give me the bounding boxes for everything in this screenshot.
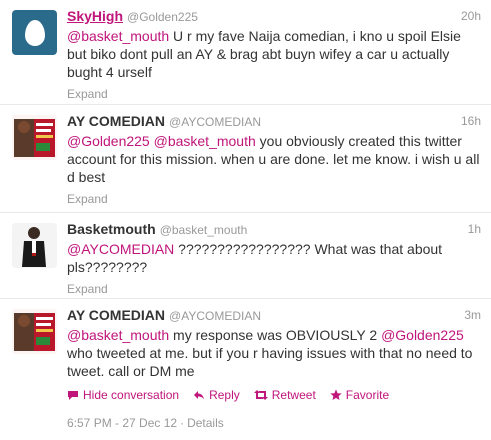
- tweet-fullname[interactable]: Basketmouth: [67, 221, 156, 237]
- mention-link[interactable]: @basket_mouth: [154, 133, 256, 149]
- tweet-username[interactable]: @basket_mouth: [160, 223, 248, 237]
- tweet-fullname[interactable]: AY COMEDIAN: [67, 307, 165, 323]
- tweet-text: @basket_mouth my response was OBVIOUSLY …: [67, 326, 481, 380]
- tweet-username[interactable]: @AYCOMEDIAN: [169, 309, 261, 323]
- tweet-item[interactable]: SkyHigh @Golden225 20h @basket_mouth U r …: [0, 0, 491, 105]
- basketmouth-avatar[interactable]: [12, 223, 57, 268]
- conversation-icon: [68, 390, 78, 400]
- tweet-fullname[interactable]: SkyHigh: [67, 8, 123, 24]
- tweet-text-body: who tweeted at me. but if you r having i…: [67, 345, 473, 379]
- separator-dot: ·: [180, 416, 185, 430]
- tweet-text-body: my response was OBVIOUSLY 2: [169, 327, 382, 343]
- tweet-fullname[interactable]: AY COMEDIAN: [67, 113, 165, 129]
- mention-link[interactable]: @Golden225: [381, 327, 464, 343]
- timeline: SkyHigh @Golden225 20h @basket_mouth U r …: [0, 0, 491, 440]
- retweet-button[interactable]: Retweet: [253, 388, 316, 402]
- tweet-meta: 6:57 PM - 27 Dec 12 · Details: [67, 416, 481, 430]
- mention-link[interactable]: @AYCOMEDIAN: [67, 241, 174, 257]
- tweet-time[interactable]: 16h: [461, 113, 481, 130]
- retweet-label: Retweet: [271, 388, 316, 402]
- tweet-time[interactable]: 3m: [464, 307, 481, 324]
- expand-link[interactable]: Expand: [67, 87, 481, 101]
- tweet-text: @basket_mouth U r my fave Naija comedian…: [67, 27, 481, 81]
- favorite-button[interactable]: Favorite: [330, 388, 389, 402]
- mention-link[interactable]: @basket_mouth: [67, 28, 169, 44]
- favorite-label: Favorite: [345, 388, 390, 402]
- mention-link[interactable]: @Golden225: [67, 133, 150, 149]
- tweet-actions: Hide conversation Reply Retweet Favorite: [67, 388, 481, 402]
- tweet-time[interactable]: 20h: [461, 8, 481, 25]
- expand-link[interactable]: Expand: [67, 192, 481, 206]
- mention-link[interactable]: @basket_mouth: [67, 327, 169, 343]
- star-icon: [330, 389, 342, 400]
- ay-comedian-avatar[interactable]: [12, 309, 57, 354]
- tweet-username[interactable]: @Golden225: [127, 10, 198, 24]
- tweet-timestamp[interactable]: 6:57 PM - 27 Dec 12: [67, 416, 177, 430]
- hide-conversation-label: Hide conversation: [83, 388, 180, 402]
- tweet-text: @Golden225 @basket_mouth you obviously c…: [67, 132, 481, 186]
- tweet-item-expanded[interactable]: AY COMEDIAN @AYCOMEDIAN 3m @basket_mouth …: [0, 299, 491, 440]
- tweet-item[interactable]: AY COMEDIAN @AYCOMEDIAN 16h @Golden225 @b…: [0, 105, 491, 213]
- reply-label: Reply: [209, 388, 240, 402]
- reply-button[interactable]: Reply: [193, 388, 240, 402]
- retweet-icon: [253, 390, 268, 400]
- egg-avatar-icon[interactable]: [12, 10, 57, 55]
- details-link[interactable]: Details: [187, 416, 224, 430]
- reply-icon: [194, 391, 205, 400]
- tweet-item[interactable]: Basketmouth @basket_mouth 1h @AYCOMEDIAN …: [0, 213, 491, 299]
- tweet-time[interactable]: 1h: [468, 221, 481, 238]
- tweet-username[interactable]: @AYCOMEDIAN: [169, 115, 261, 129]
- tweet-text: @AYCOMEDIAN ????????????????? What was t…: [67, 240, 481, 276]
- hide-conversation-button[interactable]: Hide conversation: [67, 388, 179, 402]
- expand-link[interactable]: Expand: [67, 282, 481, 296]
- ay-comedian-avatar[interactable]: [12, 115, 57, 160]
